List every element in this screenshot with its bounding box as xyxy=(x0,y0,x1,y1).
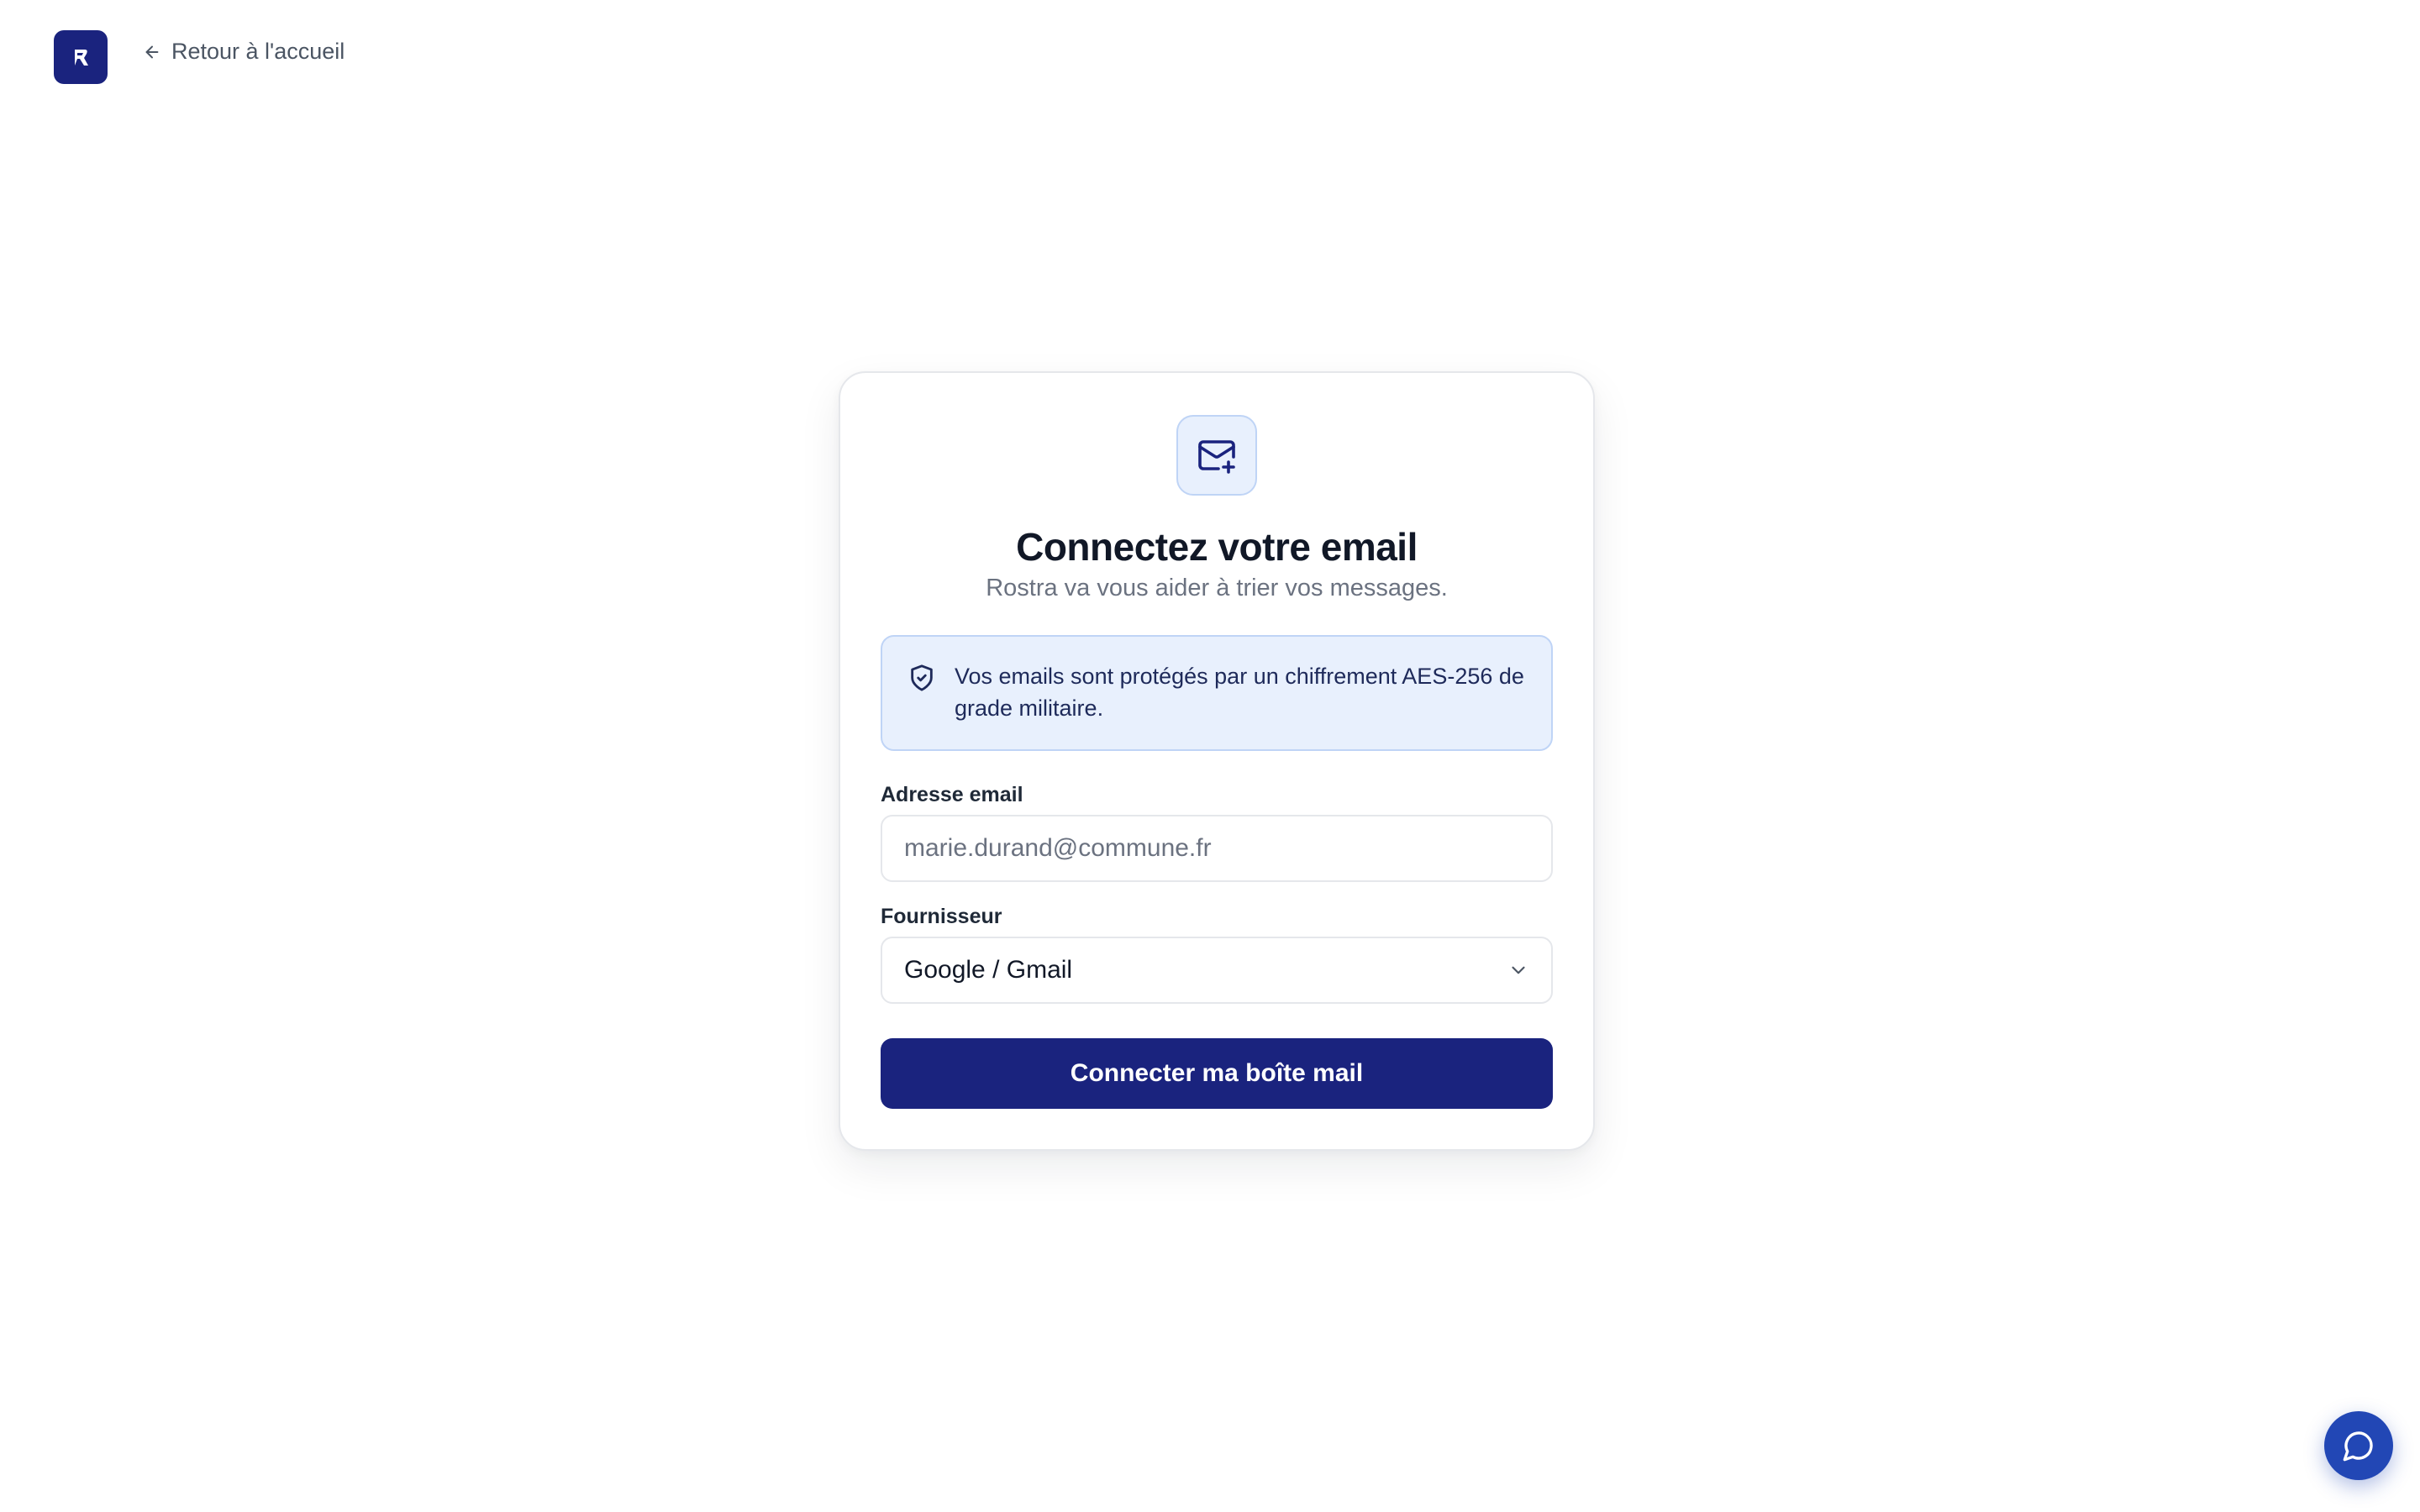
page: Retour à l'accueil Connectez votre email… xyxy=(0,0,2420,1512)
provider-field-label: Fournisseur xyxy=(881,905,1002,928)
provider-select-value: Google / Gmail xyxy=(904,956,1073,984)
page-subtitle: Rostra va vous aider à trier vos message… xyxy=(986,575,1448,601)
shield-check-icon xyxy=(911,664,933,691)
chevron-down-icon xyxy=(1512,966,1525,974)
email-field[interactable] xyxy=(881,815,1553,882)
page-title: Connectez votre email xyxy=(1016,525,1418,569)
security-notice: Vos emails sont protégés par un chiffrem… xyxy=(881,635,1553,751)
chat-button[interactable] xyxy=(2324,1411,2393,1480)
back-home-label: Retour à l'accueil xyxy=(171,39,345,64)
connect-mailbox-button[interactable]: Connecter ma boîte mail xyxy=(881,1038,1553,1109)
mail-plus-icon xyxy=(1198,440,1235,474)
app-logo[interactable] xyxy=(54,30,108,84)
provider-select[interactable]: Google / Gmail xyxy=(881,937,1553,1004)
arrow-left-icon xyxy=(145,45,159,58)
email-field-label: Adresse email xyxy=(881,783,1023,806)
logo-icon xyxy=(75,50,88,66)
card-icon-badge xyxy=(1176,415,1257,496)
back-home-link[interactable]: Retour à l'accueil xyxy=(143,39,345,65)
connect-email-card: Connectez votre email Rostra va vous aid… xyxy=(839,371,1595,1151)
security-notice-text: Vos emails sont protégés par un chiffrem… xyxy=(955,664,1524,721)
chat-bubble-icon xyxy=(2343,1431,2373,1462)
